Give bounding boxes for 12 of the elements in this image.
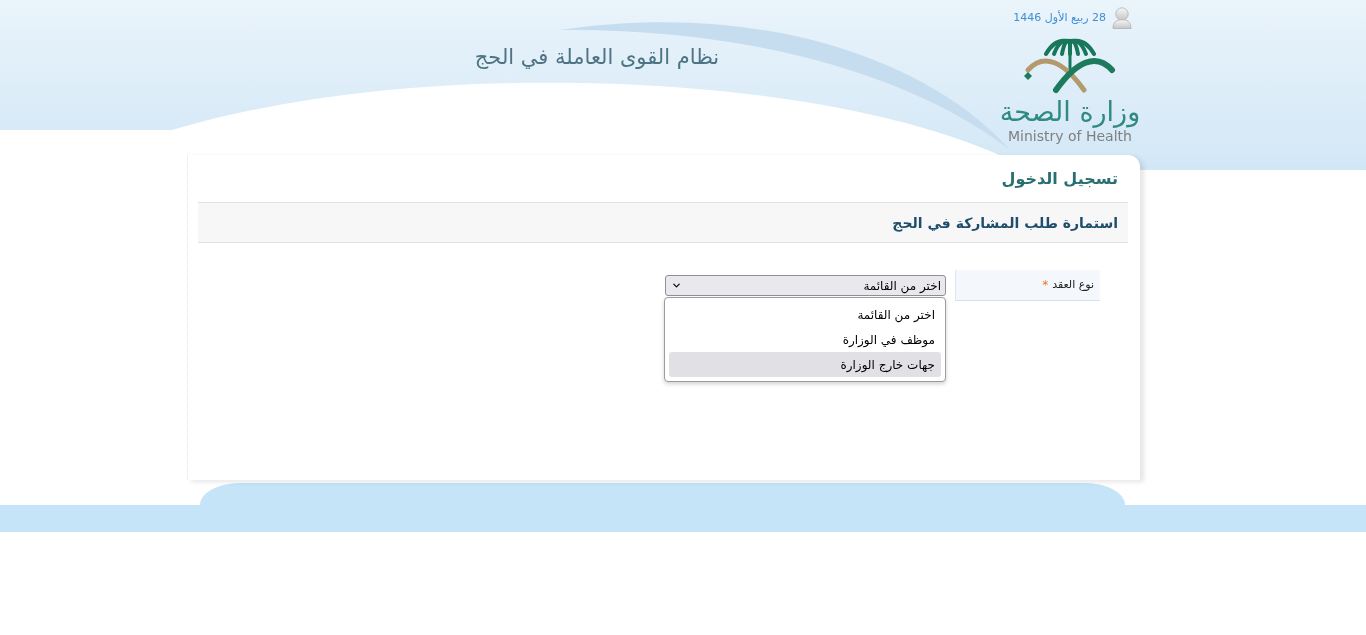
field-label: نوع العقد bbox=[1052, 276, 1094, 293]
section-title: استمارة طلب المشاركة في الحج bbox=[892, 213, 1118, 232]
required-asterisk: * bbox=[1042, 279, 1049, 291]
hijri-date: 28 ربيع الأول 1446 bbox=[1013, 10, 1106, 25]
logo-english-text: Ministry of Health bbox=[1008, 128, 1132, 145]
page-title: تسجيل الدخول bbox=[1001, 168, 1118, 190]
system-title: نظام القوى العاملة في الحج bbox=[474, 44, 720, 71]
logo-arabic-text: وزارة الصحة bbox=[999, 96, 1141, 128]
chevron-down-icon bbox=[671, 280, 682, 291]
user-icon bbox=[1112, 6, 1132, 29]
contract-type-select[interactable]: اختر من القائمة bbox=[665, 275, 946, 296]
dropdown-option[interactable]: جهات خارج الوزارة bbox=[669, 352, 941, 377]
